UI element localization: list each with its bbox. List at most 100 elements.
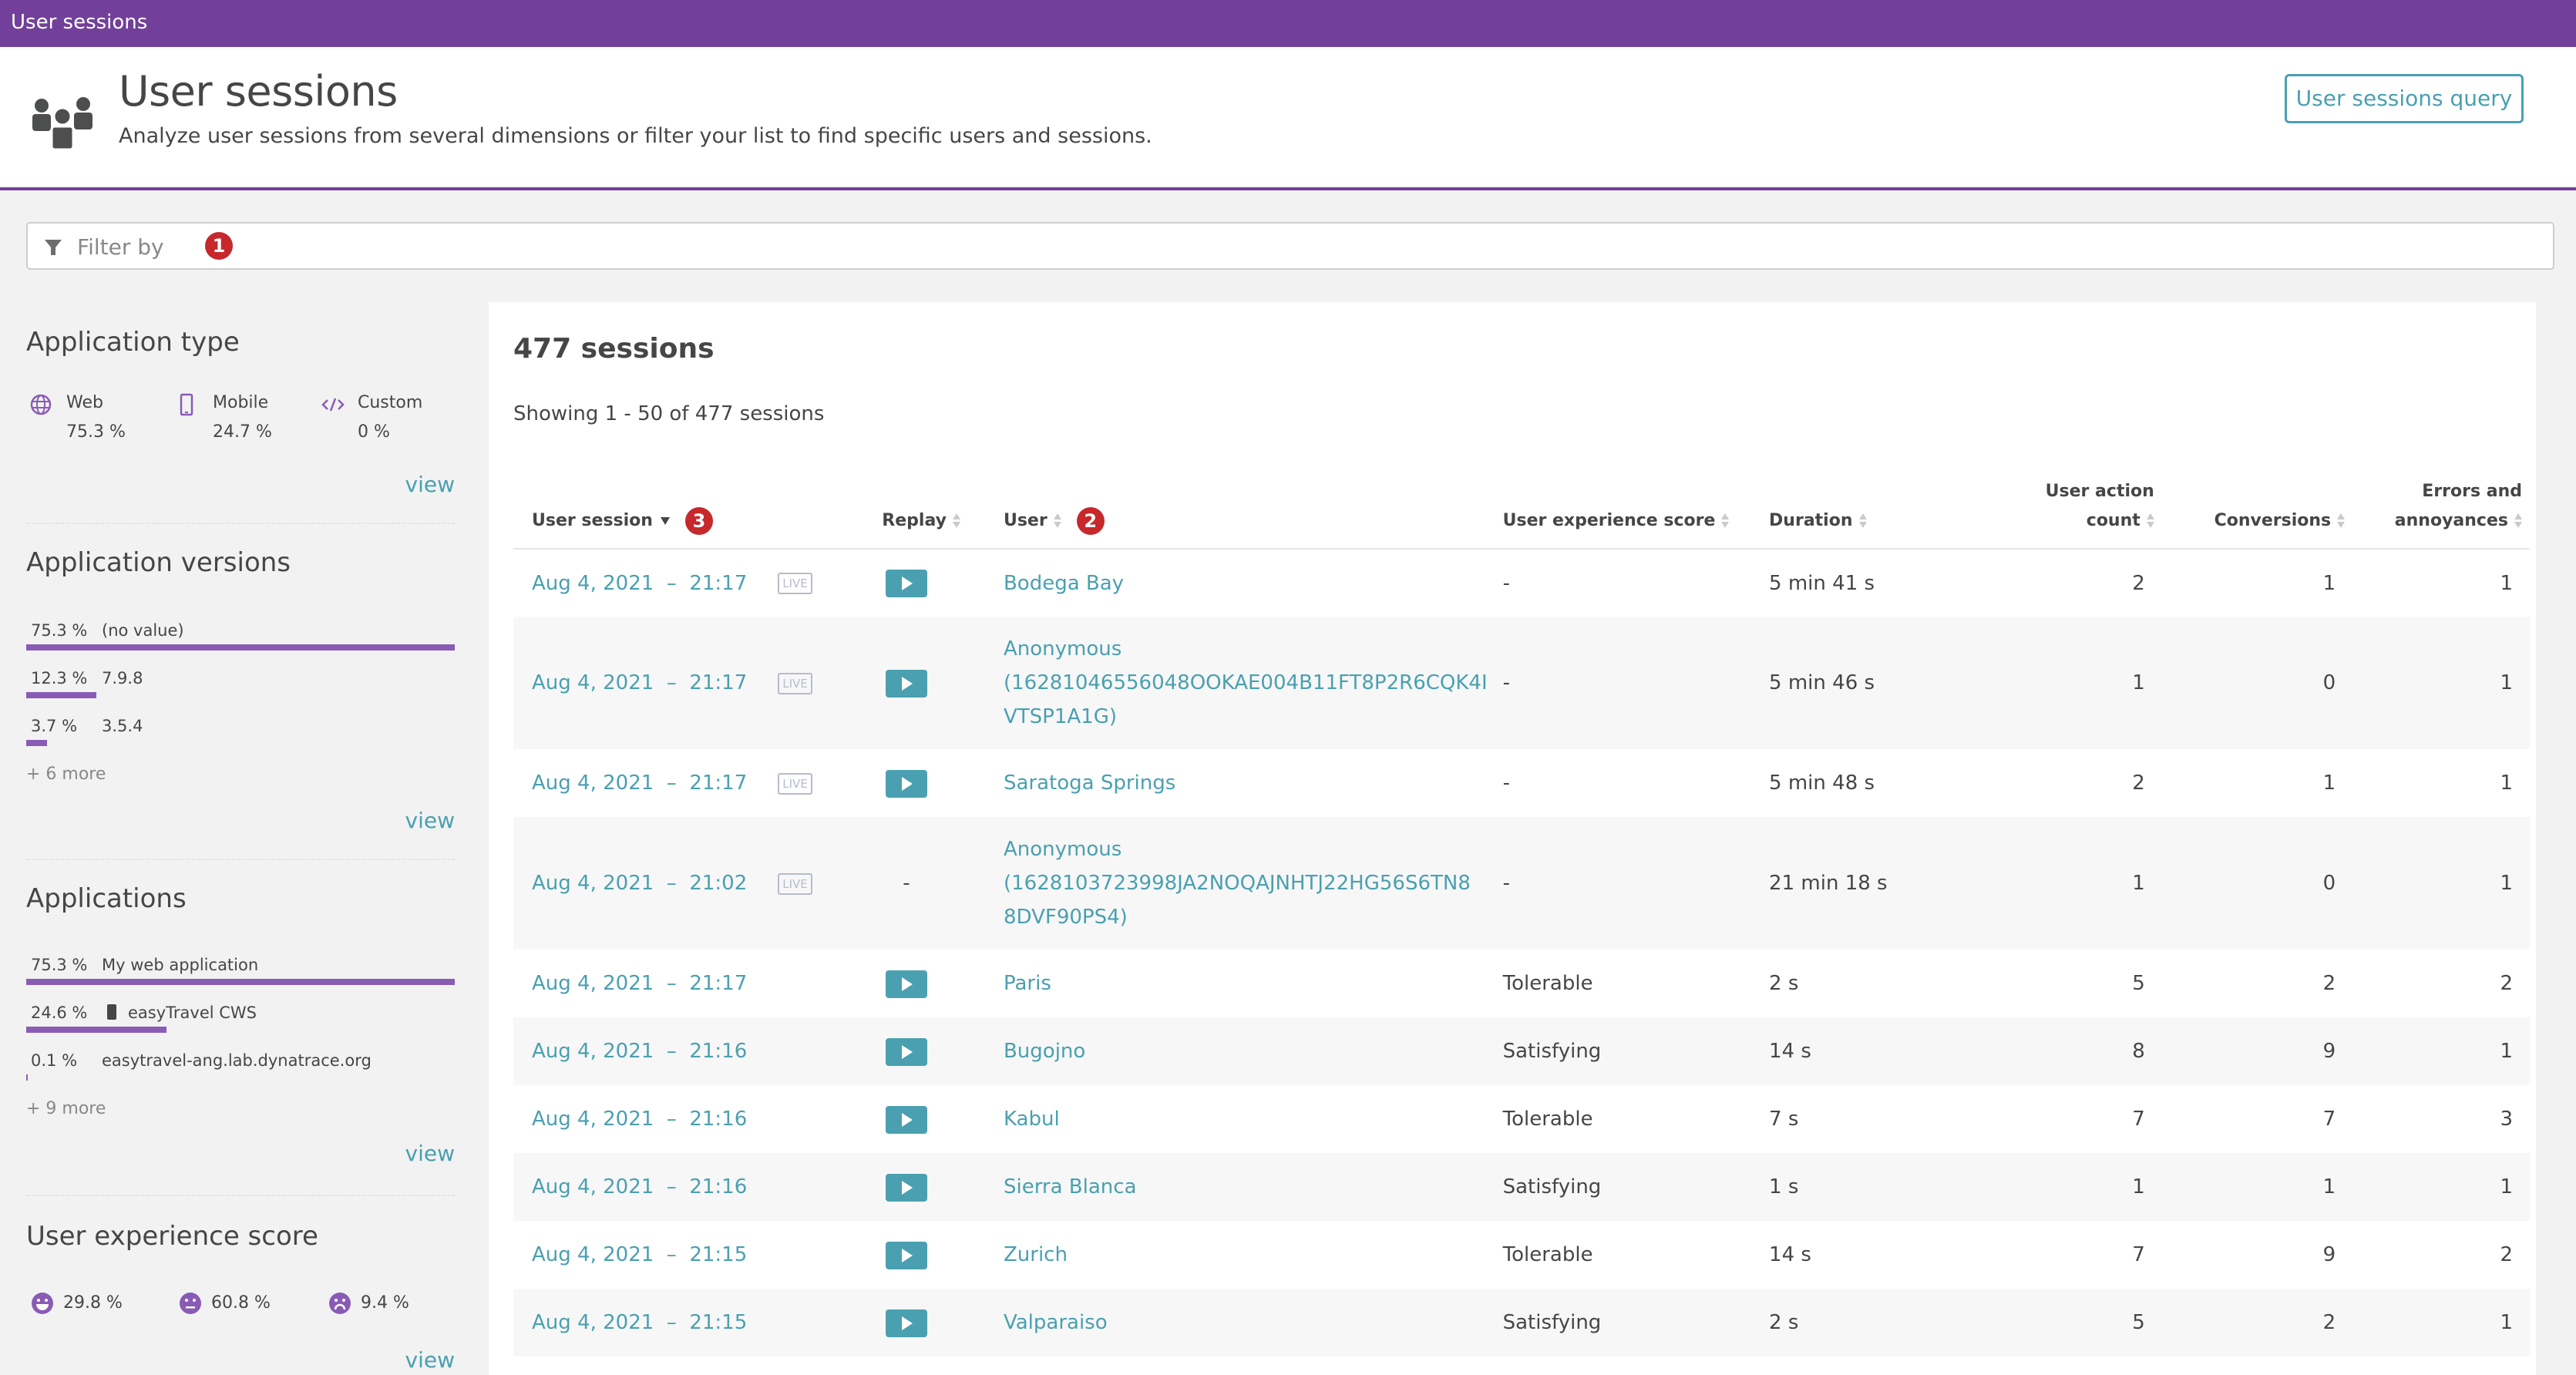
table-row[interactable]: Aug 4, 2021 – 21:16 Bugojno Satisfying 14 s… (513, 1017, 2530, 1085)
application-row[interactable]: 0.1 % easytravel-ang.lab.dynatrace.org (26, 1051, 455, 1098)
application-type-view-link[interactable]: view (405, 472, 455, 497)
user-link[interactable]: Kabul (1004, 1108, 1060, 1131)
mobile-icon (180, 393, 193, 416)
action-count-cell: 7 (2132, 1108, 2145, 1131)
user-link[interactable]: Bodega Bay (1004, 572, 1124, 595)
play-replay-button[interactable] (885, 769, 927, 798)
user-link[interactable]: Anonymous (1628103723998JA2NOQAJNHTJ22HG5… (1004, 838, 1471, 929)
table-row[interactable]: Aug 4, 2021 – 21:15 Valparaiso Satisfying 2… (513, 1289, 2530, 1357)
application-bar (26, 1027, 166, 1033)
col-label: User experience score (1502, 511, 1716, 530)
filter-bar[interactable]: 1 (26, 222, 2554, 270)
application-row[interactable]: 24.6 % easyTravel CWS (26, 1004, 455, 1050)
page-scrollbar[interactable] (2536, 302, 2576, 1375)
play-replay-button[interactable] (885, 1173, 927, 1202)
section-title: Application versions (26, 547, 291, 578)
table-row[interactable]: Aug 4, 2021 – 21:16 Sierra Blanca Satisfyi… (513, 1153, 2530, 1221)
application-name: My web application (102, 956, 259, 974)
col-duration[interactable]: Duration (1761, 472, 1989, 550)
application-percent: 75.3 % (31, 956, 88, 974)
user-sessions-query-button[interactable]: User sessions query (2285, 74, 2524, 123)
errors-cell: 1 (2500, 1040, 2513, 1063)
user-link[interactable]: Anonymous (16281046556048OOKAE004B11FT8P2… (1004, 637, 1488, 728)
ux-score-cell: Tolerable (1502, 1243, 1593, 1266)
session-link[interactable]: Aug 4, 2021 – 21:15 (532, 1311, 747, 1334)
action-count-cell: 2 (2132, 772, 2145, 795)
session-link[interactable]: Aug 4, 2021 – 21:17 (532, 572, 747, 595)
session-link[interactable]: Aug 4, 2021 – 21:02 (532, 872, 747, 895)
version-row[interactable]: 3.7 % 3.5.4 (26, 717, 455, 763)
version-row[interactable]: 12.3 % 7.9.8 (26, 669, 455, 715)
table-row[interactable]: Aug 4, 2021 – 21:16 Kabul Tolerable 7 s 7 7 3 (513, 1085, 2530, 1153)
annotation-marker-3: 3 (684, 507, 713, 535)
versions-more-link[interactable]: + 6 more (26, 765, 106, 784)
user-name-line: Bugojno (1003, 1040, 1086, 1063)
application-type-section: Application type Web 75.3 % Mobile 24.7 … (26, 302, 455, 524)
session-link[interactable]: Aug 4, 2021 – 21:17 (532, 972, 747, 995)
version-percent: 75.3 % (31, 621, 88, 640)
ux-score-cell: Tolerable (1502, 1108, 1593, 1131)
play-replay-button[interactable] (885, 570, 927, 597)
table-row[interactable]: Aug 4, 2021 – 21:02 LIVE - Anonymous (162810… (513, 817, 2530, 950)
table-row[interactable]: Aug 4, 2021 – 21:17 Paris Tolerable 2 s 5 2 2 (513, 950, 2530, 1017)
user-link[interactable]: Zurich (1004, 1243, 1068, 1266)
errors-cell: 3 (2500, 1108, 2513, 1131)
ux-score-section: User experience score 29.8 % 60.8 % 9.4 … (26, 1196, 455, 1375)
session-cell: Aug 4, 2021 – 21:15 (513, 1289, 845, 1357)
sessions-count-title: 477 sessions (513, 333, 715, 365)
ux-score-view-link[interactable]: view (405, 1347, 455, 1373)
table-header-row: User session 3 Replay User 2 User experien… (513, 472, 2530, 550)
play-replay-button[interactable] (885, 1241, 927, 1269)
user-link[interactable]: Valparaiso (1004, 1311, 1108, 1334)
session-link[interactable]: Aug 4, 2021 – 21:16 (532, 1175, 747, 1199)
play-replay-button[interactable] (885, 970, 927, 998)
filter-input[interactable] (77, 230, 200, 264)
table-row[interactable]: Aug 4, 2021 – 21:17 LIVE Bodega Bay - 5 min … (513, 549, 2530, 617)
play-replay-button[interactable] (885, 1309, 927, 1337)
duration-cell: 14 s (1769, 1243, 1811, 1266)
applications-view-link[interactable]: view (405, 1141, 455, 1166)
replay-cell (845, 1153, 968, 1221)
col-conversions[interactable]: Conversions (2161, 472, 2353, 550)
col-replay[interactable]: Replay (844, 472, 968, 550)
col-user-session[interactable]: User session 3 (513, 472, 845, 550)
version-name: 3.5.4 (102, 717, 143, 735)
live-badge: LIVE (778, 772, 812, 795)
col-errors[interactable]: Errors and annoyances (2352, 472, 2530, 550)
filter-icon (45, 240, 62, 255)
conversions-cell: 1 (2322, 772, 2336, 795)
user-link[interactable]: Bugojno (1004, 1040, 1085, 1063)
errors-cell: 1 (2500, 1311, 2513, 1334)
col-label: Errors and (2422, 482, 2522, 501)
col-user[interactable]: User 2 (967, 472, 1495, 550)
table-row[interactable]: Aug 4, 2021 – 21:15 Zurich Tolerable 14 s 7 9… (513, 1221, 2530, 1289)
application-versions-view-link[interactable]: view (405, 808, 455, 833)
play-replay-button[interactable] (885, 1037, 927, 1066)
sessions-panel: 477 sessions Showing 1 - 50 of 477 sessi… (489, 302, 2536, 1375)
play-replay-button[interactable] (885, 1105, 927, 1134)
session-cell: Aug 4, 2021 – 21:17 LIVE (513, 549, 845, 617)
duration-cell: 1 s (1769, 1175, 1799, 1199)
duration-cell: 21 min 18 s (1769, 872, 1888, 895)
table-row[interactable]: Aug 4, 2021 – 21:17 LIVE Anonymous (1628104… (513, 617, 2530, 749)
session-link[interactable]: Aug 4, 2021 – 21:15 (532, 1243, 747, 1266)
user-link[interactable]: Paris (1004, 972, 1051, 995)
user-link[interactable]: Saratoga Springs (1004, 772, 1175, 795)
session-link[interactable]: Aug 4, 2021 – 21:17 (532, 671, 747, 694)
session-link[interactable]: Aug 4, 2021 – 21:17 (532, 772, 747, 795)
showing-range: Showing 1 - 50 of 477 sessions (513, 402, 825, 425)
session-link[interactable]: Aug 4, 2021 – 21:16 (532, 1108, 747, 1131)
top-bar: User sessions (0, 0, 2576, 47)
errors-cell: 1 (2500, 571, 2513, 595)
applications-more-link[interactable]: + 9 more (26, 1099, 106, 1118)
col-ux-score[interactable]: User experience score (1495, 472, 1762, 550)
version-row[interactable]: 75.3 % (no value) (26, 621, 455, 667)
session-link[interactable]: Aug 4, 2021 – 21:16 (532, 1040, 747, 1063)
table-row[interactable]: Aug 4, 2021 – 21:17 LIVE Saratoga Springs -… (513, 749, 2530, 817)
col-action-count[interactable]: User action count (1988, 472, 2162, 550)
action-count-cell: 5 (2132, 1311, 2145, 1334)
conversions-cell: 9 (2322, 1040, 2336, 1063)
application-row[interactable]: 75.3 % My web application (26, 956, 455, 1002)
play-replay-button[interactable] (885, 669, 927, 698)
user-link[interactable]: Sierra Blanca (1004, 1175, 1137, 1199)
